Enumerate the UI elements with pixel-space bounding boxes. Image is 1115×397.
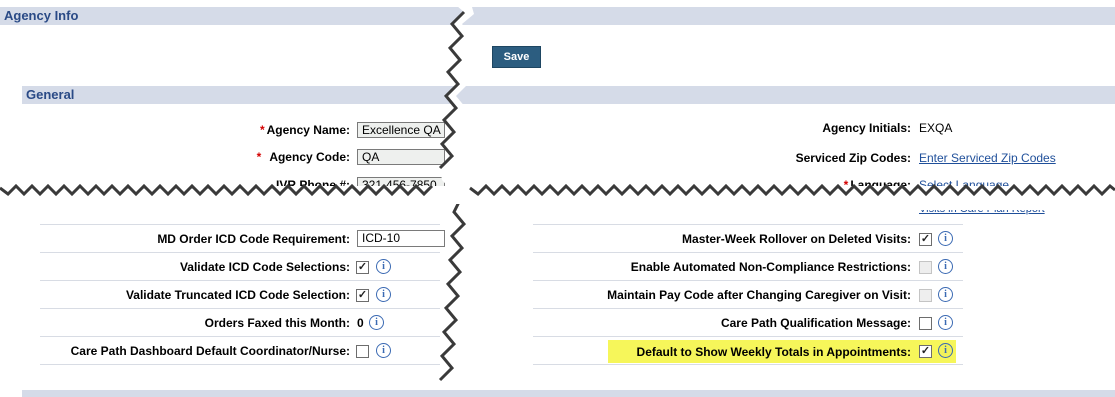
- row-divider: [40, 336, 440, 337]
- row-divider: [533, 308, 963, 309]
- orders-faxed-label: Orders Faxed this Month:: [204, 316, 350, 330]
- validate-icd-checkbox[interactable]: ✓: [356, 261, 369, 274]
- info-icon[interactable]: i: [938, 259, 953, 274]
- next-section-header: [22, 390, 1115, 397]
- validate-truncated-icd-label: Validate Truncated ICD Code Selection:: [125, 288, 350, 302]
- validate-icd-label: Validate ICD Code Selections:: [179, 260, 350, 274]
- row-divider: [40, 224, 440, 225]
- master-week-rollover-label: Master-Week Rollover on Deleted Visits:: [682, 232, 911, 246]
- row-divider: [40, 252, 440, 253]
- info-icon[interactable]: i: [376, 343, 391, 358]
- row-divider: [533, 280, 963, 281]
- validate-truncated-icd-checkbox[interactable]: ✓: [356, 289, 369, 302]
- serviced-zip-label: Serviced Zip Codes:: [795, 151, 911, 165]
- required-asterisk: *: [259, 123, 265, 137]
- serviced-zip-link[interactable]: Enter Serviced Zip Codes: [919, 150, 1056, 166]
- agency-info-header: Agency Info: [0, 7, 1115, 25]
- weekly-totals-checkbox[interactable]: ✓: [919, 345, 932, 358]
- care-path-qualification-checkbox[interactable]: [919, 317, 932, 330]
- row-divider: [40, 280, 440, 281]
- orders-faxed-value: 0: [357, 316, 364, 330]
- maintain-pay-code-checkbox[interactable]: [919, 289, 932, 302]
- weekly-totals-label: Default to Show Weekly Totals in Appoint…: [636, 345, 911, 359]
- non-compliance-checkbox[interactable]: [919, 261, 932, 274]
- required-asterisk: *: [256, 150, 262, 164]
- agency-code-label: * Agency Code:: [256, 150, 350, 164]
- maintain-pay-code-label: Maintain Pay Code after Changing Caregiv…: [607, 288, 911, 302]
- info-icon[interactable]: i: [376, 287, 391, 302]
- info-icon[interactable]: i: [376, 259, 391, 274]
- row-divider: [40, 364, 440, 365]
- care-path-qualification-label: Care Path Qualification Message:: [720, 316, 911, 330]
- info-icon[interactable]: i: [938, 231, 953, 246]
- torn-edge-horizontal: [0, 183, 1115, 204]
- save-button[interactable]: Save: [492, 46, 541, 68]
- care-path-dashboard-label: Care Path Dashboard Default Coordinator/…: [70, 344, 350, 358]
- row-divider: [533, 252, 963, 253]
- row-divider: [533, 224, 963, 225]
- icd-code-select[interactable]: ICD-10: [357, 230, 445, 247]
- agency-initials-label: Agency Initials:: [822, 121, 911, 135]
- page-title: Agency Info: [4, 8, 79, 23]
- row-divider: [533, 336, 963, 337]
- care-path-dashboard-checkbox[interactable]: [356, 345, 369, 358]
- info-icon[interactable]: i: [938, 315, 953, 330]
- row-divider: [40, 308, 440, 309]
- agency-initials-value: EXQA: [919, 121, 953, 135]
- general-section-header: General: [22, 86, 1115, 104]
- row-divider: [533, 364, 963, 365]
- md-order-icd-label: MD Order ICD Code Requirement:: [157, 232, 350, 246]
- section-title: General: [26, 87, 75, 102]
- non-compliance-label: Enable Automated Non-Compliance Restrict…: [630, 260, 911, 274]
- info-icon[interactable]: i: [369, 315, 384, 330]
- info-icon[interactable]: i: [938, 287, 953, 302]
- agency-name-label: * Agency Name:: [259, 123, 350, 137]
- info-icon[interactable]: i: [938, 343, 953, 358]
- master-week-rollover-checkbox[interactable]: ✓: [919, 233, 932, 246]
